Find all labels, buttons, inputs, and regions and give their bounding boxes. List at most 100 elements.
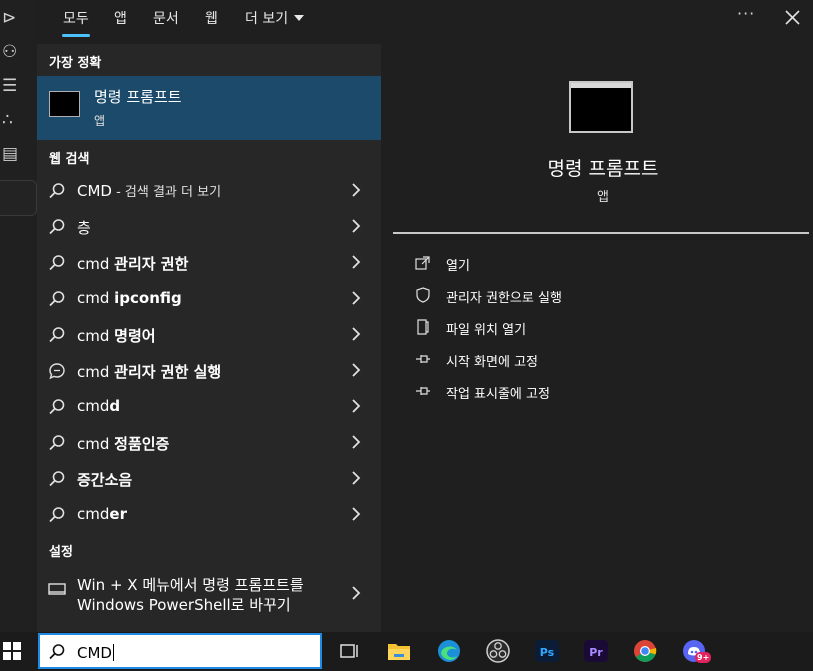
best-match-item[interactable]: 명령 프롬프트 앱 bbox=[37, 76, 381, 140]
document-icon: ☰ bbox=[2, 76, 18, 96]
settings-result-line1: Win + X 메뉴에서 명령 프롬프트를 bbox=[77, 576, 304, 594]
action-open-file-location[interactable]: 파일 위치 열기 bbox=[415, 317, 715, 341]
tab-web[interactable]: 웹 bbox=[205, 8, 218, 28]
pin-icon bbox=[416, 387, 430, 395]
web-result-suggestion: 정품인증 bbox=[114, 435, 170, 453]
web-result-item[interactable]: cmd 관리자 권한 bbox=[37, 244, 381, 280]
pin-icon bbox=[416, 355, 430, 363]
web-result-query: cmd bbox=[77, 289, 115, 307]
chrome-browser-icon[interactable] bbox=[632, 638, 658, 664]
tab-apps[interactable]: 앱 bbox=[114, 8, 127, 28]
web-result-suffix: - 검색 결과 더 보기 bbox=[111, 185, 222, 200]
web-result-query: cmd bbox=[77, 435, 115, 453]
discord-app[interactable]: 9+ bbox=[682, 638, 712, 664]
web-result-item[interactable]: 증간소음 bbox=[37, 460, 381, 496]
web-result-query: cmd bbox=[77, 255, 115, 273]
section-best-match: 가장 정확 bbox=[49, 56, 102, 71]
tab-more-label: 더 보기 bbox=[245, 11, 289, 27]
settings-result-item[interactable]: Win + X 메뉴에서 명령 프롬프트를 Windows PowerShell… bbox=[37, 568, 381, 620]
web-result-query: cmd bbox=[77, 327, 115, 345]
action-open-file-location-label: 파일 위치 열기 bbox=[446, 323, 527, 338]
tab-more[interactable]: 더 보기 bbox=[245, 8, 305, 28]
people-icon: ⚇ bbox=[2, 42, 18, 62]
taskbar: CMD Ps Pr 9+ bbox=[0, 632, 813, 671]
photoshop-icon[interactable]: Ps bbox=[534, 638, 560, 664]
chevron-right-icon bbox=[352, 435, 361, 449]
search-icon bbox=[49, 291, 65, 307]
action-open[interactable]: 열기 bbox=[415, 253, 715, 277]
chevron-right-icon bbox=[352, 219, 361, 233]
web-result-item[interactable]: cmder bbox=[37, 496, 381, 532]
shield-icon bbox=[416, 287, 430, 303]
clipboard-icon: ▤ bbox=[2, 144, 19, 164]
action-run-as-admin[interactable]: 관리자 권한으로 실행 bbox=[415, 285, 715, 309]
chevron-right-icon bbox=[352, 183, 361, 197]
file-explorer-icon[interactable] bbox=[386, 638, 412, 664]
close-button[interactable] bbox=[782, 4, 804, 30]
search-icon bbox=[49, 399, 65, 415]
search-icon bbox=[49, 644, 65, 660]
svg-text:Ps: Ps bbox=[540, 646, 555, 659]
web-result-suggestion: er bbox=[109, 505, 127, 523]
web-result-item[interactable]: CMD - 검색 결과 더 보기 bbox=[37, 172, 381, 208]
discord-badge: 9+ bbox=[695, 652, 712, 663]
more-options-button[interactable]: ··· bbox=[737, 4, 755, 23]
preview-title: 명령 프롬프트 bbox=[547, 158, 659, 180]
search-icon bbox=[49, 255, 65, 271]
web-result-item[interactable]: 층 bbox=[37, 208, 381, 244]
chevron-right-icon bbox=[352, 363, 361, 377]
web-result-suggestion: 증간소음 bbox=[77, 471, 133, 489]
command-prompt-icon bbox=[49, 91, 80, 117]
settings-monitor-icon bbox=[48, 583, 66, 595]
preview-subtitle: 앱 bbox=[597, 190, 609, 205]
tab-documents[interactable]: 문서 bbox=[153, 8, 179, 28]
caret-down-icon bbox=[294, 15, 305, 21]
background-app-strip: ⊳ ⚇ ☰ ∴ ▤ bbox=[0, 0, 37, 632]
search-input: CMD bbox=[77, 644, 114, 662]
web-result-item[interactable]: cmd ipconfig bbox=[37, 280, 381, 316]
cart-icon: ∴ bbox=[2, 110, 13, 130]
premiere-pro-icon[interactable]: Pr bbox=[583, 638, 609, 664]
web-result-item[interactable]: cmd 명령어 bbox=[37, 316, 381, 352]
search-input-value: CMD bbox=[77, 644, 112, 662]
results-list: 가장 정확 명령 프롬프트 앱 웹 검색 CMD - 검색 결과 더 보기 층 cm… bbox=[37, 44, 381, 632]
search-icon bbox=[49, 183, 65, 199]
web-result-label: cmdd bbox=[77, 397, 120, 415]
chevron-right-icon bbox=[352, 471, 361, 485]
web-result-query: cmd bbox=[77, 363, 115, 381]
web-result-label: cmd 관리자 권한 bbox=[77, 253, 188, 274]
web-result-query: 층 bbox=[77, 219, 91, 237]
settings-result-line2: Windows PowerShell로 바꾸기 bbox=[77, 596, 291, 614]
web-result-item[interactable]: cmd 관리자 권한 실행 bbox=[37, 352, 381, 388]
section-settings: 설정 bbox=[49, 545, 73, 560]
best-match-subtitle: 앱 bbox=[94, 114, 106, 128]
edge-browser-icon[interactable] bbox=[436, 638, 462, 664]
chat-icon bbox=[49, 363, 65, 380]
chevron-right-icon bbox=[352, 255, 361, 269]
chevron-right-icon bbox=[352, 507, 361, 521]
search-icon bbox=[49, 471, 65, 487]
action-pin-start[interactable]: 시작 화면에 고정 bbox=[415, 349, 715, 373]
taskbar-search-box[interactable]: CMD bbox=[38, 633, 322, 669]
web-result-suggestion: ipconfig bbox=[114, 289, 182, 307]
web-result-label: 층 bbox=[77, 217, 91, 238]
web-result-label: cmd ipconfig bbox=[77, 289, 182, 307]
obs-studio-icon[interactable] bbox=[485, 638, 511, 664]
web-result-label: cmd 명령어 bbox=[77, 325, 156, 346]
close-icon bbox=[785, 10, 800, 25]
action-pin-taskbar-label: 작업 표시줄에 고정 bbox=[446, 387, 550, 402]
web-result-suggestion: 관리자 권한 실행 bbox=[114, 363, 222, 381]
search-icon bbox=[49, 507, 65, 523]
web-result-suggestion: 관리자 권한 bbox=[114, 255, 189, 273]
task-view-icon[interactable] bbox=[336, 638, 362, 664]
tab-all[interactable]: 모두 bbox=[62, 8, 90, 37]
preview-divider bbox=[393, 232, 809, 234]
web-result-item[interactable]: cmdd bbox=[37, 388, 381, 424]
background-pill bbox=[0, 180, 37, 216]
web-result-item[interactable]: cmd 정품인증 bbox=[37, 424, 381, 460]
windows-start-button[interactable] bbox=[3, 642, 21, 660]
action-open-label: 열기 bbox=[446, 259, 470, 274]
web-result-query: cmd bbox=[77, 505, 110, 523]
action-pin-taskbar[interactable]: 작업 표시줄에 고정 bbox=[415, 381, 715, 405]
chevron-right-icon bbox=[352, 327, 361, 341]
